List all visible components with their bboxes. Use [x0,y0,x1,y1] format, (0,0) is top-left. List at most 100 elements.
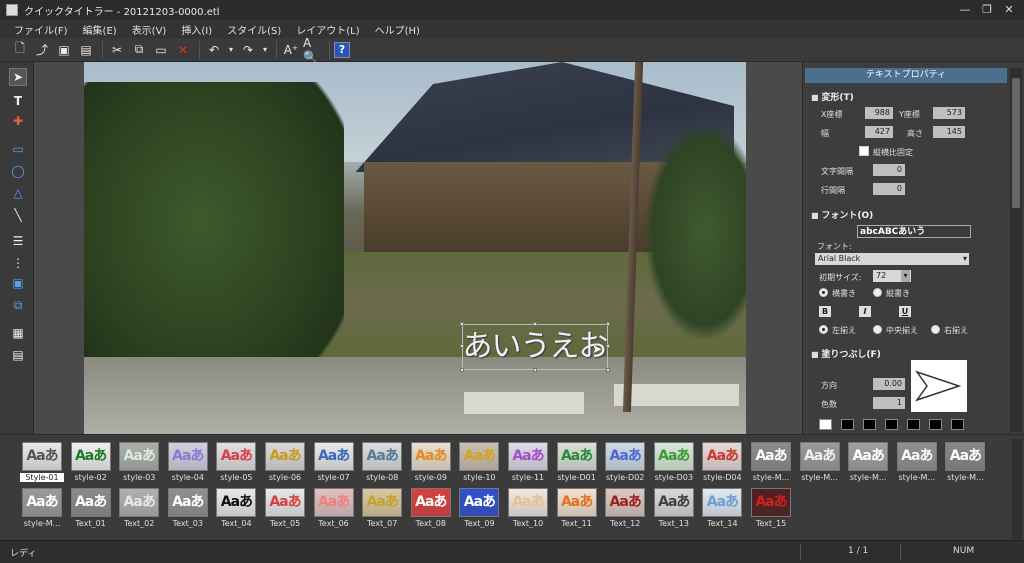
style-gallery-item[interactable]: Aaあ Text_06 [312,488,356,534]
resize-handle[interactable] [606,322,610,326]
style-gallery-item[interactable]: Aaあ Text_14 [700,488,744,534]
menu-view[interactable]: 表示(V) [132,22,167,37]
find-text-icon[interactable]: A🔍 [303,36,323,64]
select-tool-icon[interactable]: ➤ [9,68,27,86]
fill-section-title[interactable]: 塗りつぶし(F) [811,347,880,360]
style-gallery-item[interactable]: Aaあ style-M... [749,442,793,488]
bold-button[interactable]: B [819,306,831,317]
size-select[interactable]: 72 ▾ [873,270,911,282]
keep-ratio-checkbox[interactable] [859,146,869,156]
save-all-icon[interactable]: ▤ [76,40,96,60]
triangle-tool-icon[interactable]: △ [9,184,27,202]
y-input[interactable]: 573 [933,107,965,119]
style-gallery-item[interactable]: Aaあ style-11 [506,442,550,488]
style-gallery-item[interactable]: Aaあ style-M... [846,442,890,488]
style-gallery-item[interactable]: Aaあ style-M... [895,442,939,488]
x-input[interactable]: 988 [865,107,893,119]
paste-icon[interactable]: ▭ [151,40,171,60]
menu-style[interactable]: スタイル(S) [227,22,281,37]
selection-box[interactable] [460,322,610,372]
resize-handle[interactable] [606,344,610,348]
underline-button[interactable]: U [899,306,911,317]
redo-icon[interactable]: ↷ [238,40,258,60]
copy-icon[interactable]: ⧉ [129,40,149,60]
style-gallery-item[interactable]: Aaあ Text_11 [555,488,599,534]
style-gallery-item[interactable]: Aaあ style-D02 [603,442,647,488]
align-left-radio[interactable] [819,325,828,334]
direction-input[interactable]: 0.00 [873,378,905,390]
style-gallery-item[interactable]: Aaあ style-02 [69,442,113,488]
style-gallery-item[interactable]: Aaあ style-D01 [555,442,599,488]
undo-dropdown-icon[interactable]: ▾ [226,40,236,60]
color-swatch[interactable] [885,419,898,430]
align-center-radio[interactable] [873,325,882,334]
style-gallery-item[interactable]: Aaあ style-D04 [700,442,744,488]
italic-button[interactable]: I [859,306,871,317]
crop-tool-icon[interactable]: ✚ [9,112,27,130]
help-icon[interactable]: ? [334,41,350,58]
colors-input[interactable]: 1 [873,397,905,409]
color-swatch[interactable] [951,419,964,430]
style-gallery-item[interactable]: Aaあ Text_02 [117,488,161,534]
style-gallery-item[interactable]: Aaあ Text_15 [749,488,793,534]
color-swatch[interactable] [929,419,942,430]
resize-handle[interactable] [533,322,537,326]
frame-tool-icon[interactable]: ▣ [9,274,27,292]
canvas-area[interactable]: あいうえお ➤ [34,62,802,434]
style-gallery-item[interactable]: Aaあ style-06 [263,442,307,488]
resize-handle[interactable] [606,368,610,372]
gradient-direction-preview[interactable] [911,360,967,412]
close-icon[interactable]: ✕ [998,2,1020,18]
style-gallery-item[interactable]: Aaあ style-03 [117,442,161,488]
style-gallery-item[interactable]: Aaあ style-04 [166,442,210,488]
style-gallery-item[interactable]: Aaあ Text_01 [69,488,113,534]
panel-scrollbar[interactable] [1010,68,1022,432]
color-swatch[interactable] [907,419,920,430]
ellipse-tool-icon[interactable]: ◯ [9,162,27,180]
menu-file[interactable]: ファイル(F) [14,22,68,37]
resize-handle[interactable] [460,322,464,326]
style-gallery-item[interactable]: Aaあ style-05 [214,442,258,488]
style-gallery-item[interactable]: Aaあ Text_10 [506,488,550,534]
color-swatch[interactable] [841,419,854,430]
open-file-icon[interactable]: ⤴ [32,40,52,60]
panel-scroll-thumb[interactable] [1012,78,1020,208]
style-gallery-item[interactable]: Aaあ style-D03 [652,442,696,488]
style-gallery-item[interactable]: Aaあ style-M... [943,442,987,488]
style-gallery-item[interactable]: Aaあ Text_04 [214,488,258,534]
table-tool-icon[interactable]: ▤ [9,346,27,364]
rectangle-tool-icon[interactable]: ▭ [9,140,27,158]
resize-handle[interactable] [460,368,464,372]
menu-layout[interactable]: レイアウト(L) [296,22,359,37]
vertical-radio[interactable] [873,288,882,297]
style-gallery-item[interactable]: Aaあ Text_03 [166,488,210,534]
style-apply-icon[interactable]: A⁺ [281,40,301,60]
menu-help[interactable]: ヘルプ(H) [375,22,420,37]
style-gallery-item[interactable]: Aaあ Text_09 [457,488,501,534]
style-gallery-item[interactable]: Aaあ Text_08 [409,488,453,534]
cut-icon[interactable]: ✂ [107,40,127,60]
undo-icon[interactable]: ↶ [204,40,224,60]
transform-section-title[interactable]: 変形(T) [811,90,853,103]
style-gallery-item[interactable]: Aaあ style-M... [20,488,64,534]
resize-handle[interactable] [460,344,464,348]
redo-dropdown-icon[interactable]: ▾ [260,40,270,60]
style-gallery-item[interactable]: Aaあ style-07 [312,442,356,488]
delete-icon[interactable]: ✕ [173,40,193,60]
height-input[interactable]: 145 [933,126,965,138]
text-tool-icon[interactable]: T [9,92,27,110]
font-select[interactable]: Arial Black ▾ [815,253,969,265]
style-gallery-item[interactable]: Aaあ Text_05 [263,488,307,534]
style-gallery-item[interactable]: Aaあ Text_07 [360,488,404,534]
style-gallery-item[interactable]: Aaあ style-09 [409,442,453,488]
line-tool-icon[interactable]: ╲ [9,206,27,224]
maximize-icon[interactable]: ❐ [976,2,998,18]
line-spacing-input[interactable]: 0 [873,183,905,195]
width-input[interactable]: 427 [865,126,893,138]
new-file-icon[interactable]: 🗋 [10,40,30,60]
style-gallery-item[interactable]: Aaあ style-08 [360,442,404,488]
horizontal-radio[interactable] [819,288,828,297]
menu-insert[interactable]: 挿入(I) [181,22,212,37]
font-section-title[interactable]: フォント(O) [811,208,873,221]
style-gallery-item[interactable]: Aaあ Text_12 [603,488,647,534]
